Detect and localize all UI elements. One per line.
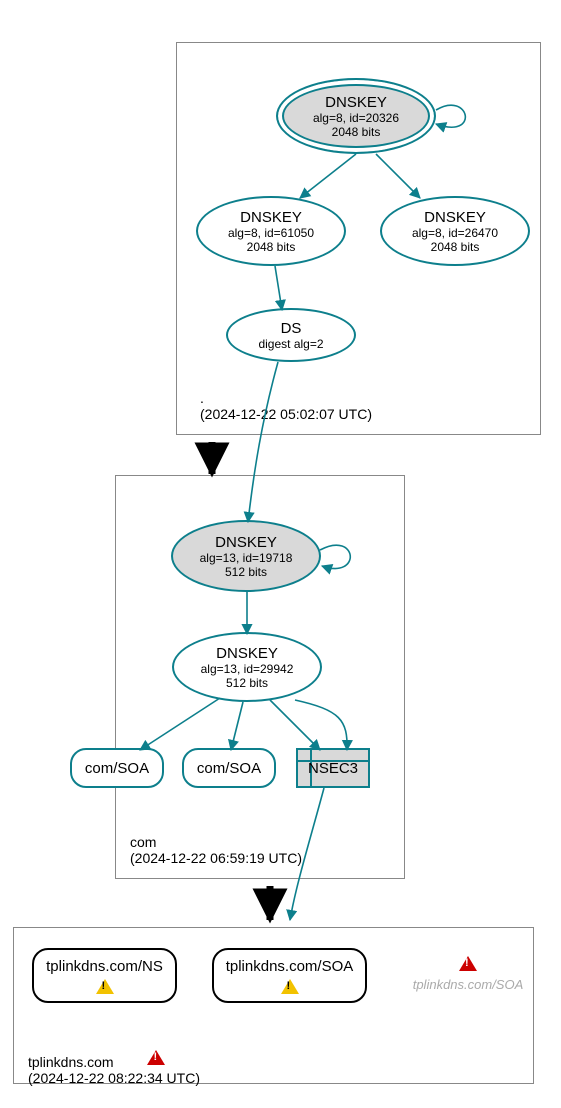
dnskey-bits: 512 bits: [226, 676, 268, 690]
dnskey-title: DNSKEY: [424, 209, 486, 226]
tplinkdns-soa-2: tplinkdns.com/SOA: [408, 952, 528, 994]
dnskey-title: DNSKEY: [216, 645, 278, 662]
rrset-label: com/SOA: [197, 760, 261, 777]
dnskey-detail: alg=13, id=19718: [200, 551, 293, 565]
zone-tplinkdns-timestamp: (2024-12-22 08:22:34 UTC): [28, 1070, 200, 1086]
dnskey-com-ksk: DNSKEY alg=13, id=19718 512 bits: [171, 520, 321, 592]
dnskey-title: DNSKEY: [240, 209, 302, 226]
zone-root-label: . (2024-12-22 05:02:07 UTC): [200, 390, 372, 422]
rrset-label: NSEC3: [308, 760, 358, 777]
rrset-label: com/SOA: [85, 760, 149, 777]
nsec3-record: NSEC3: [296, 748, 370, 788]
warning-icon: [96, 979, 114, 994]
dnskey-bits: 512 bits: [225, 565, 267, 579]
dnskey-detail: alg=8, id=61050: [228, 226, 314, 240]
warning-icon: [147, 1050, 165, 1065]
rrset-label: tplinkdns.com/NS: [46, 958, 163, 975]
zone-root-timestamp: (2024-12-22 05:02:07 UTC): [200, 406, 372, 422]
ds-detail: digest alg=2: [258, 337, 323, 351]
warning-icon: [459, 956, 477, 971]
dnskey-com-zsk: DNSKEY alg=13, id=29942 512 bits: [172, 632, 322, 702]
zone-com-label: com (2024-12-22 06:59:19 UTC): [130, 834, 302, 866]
zone-com-timestamp: (2024-12-22 06:59:19 UTC): [130, 850, 302, 866]
dnskey-bits: 2048 bits: [247, 240, 296, 254]
dnskey-root-zsk-26470: DNSKEY alg=8, id=26470 2048 bits: [380, 196, 530, 266]
zone-root-name: .: [200, 390, 372, 406]
dnskey-detail: alg=8, id=20326: [313, 111, 399, 125]
dnskey-bits: 2048 bits: [431, 240, 480, 254]
rrset-label: tplinkdns.com/SOA: [226, 958, 354, 975]
dnskey-root-zsk-61050: DNSKEY alg=8, id=61050 2048 bits: [196, 196, 346, 266]
ds-title: DS: [281, 320, 302, 337]
dnskey-title: DNSKEY: [215, 534, 277, 551]
tplinkdns-soa-1: tplinkdns.com/SOA: [212, 948, 367, 1003]
dnskey-detail: alg=8, id=26470: [412, 226, 498, 240]
dnskey-title: DNSKEY: [325, 94, 387, 111]
ds-record: DS digest alg=2: [226, 308, 356, 362]
com-soa-1: com/SOA: [70, 748, 164, 788]
zone-tplinkdns-name: tplinkdns.com: [28, 1054, 114, 1070]
warning-icon: [281, 979, 299, 994]
dnskey-detail: alg=13, id=29942: [201, 662, 294, 676]
zone-tplinkdns-label: tplinkdns.com (2024-12-22 08:22:34 UTC): [28, 1046, 200, 1086]
dnskey-bits: 2048 bits: [332, 125, 381, 139]
dnskey-root-ksk: DNSKEY alg=8, id=20326 2048 bits: [276, 78, 436, 154]
zone-com-name: com: [130, 834, 302, 850]
rrset-label: tplinkdns.com/SOA: [413, 977, 524, 992]
com-soa-2: com/SOA: [182, 748, 276, 788]
tplinkdns-ns: tplinkdns.com/NS: [32, 948, 177, 1003]
